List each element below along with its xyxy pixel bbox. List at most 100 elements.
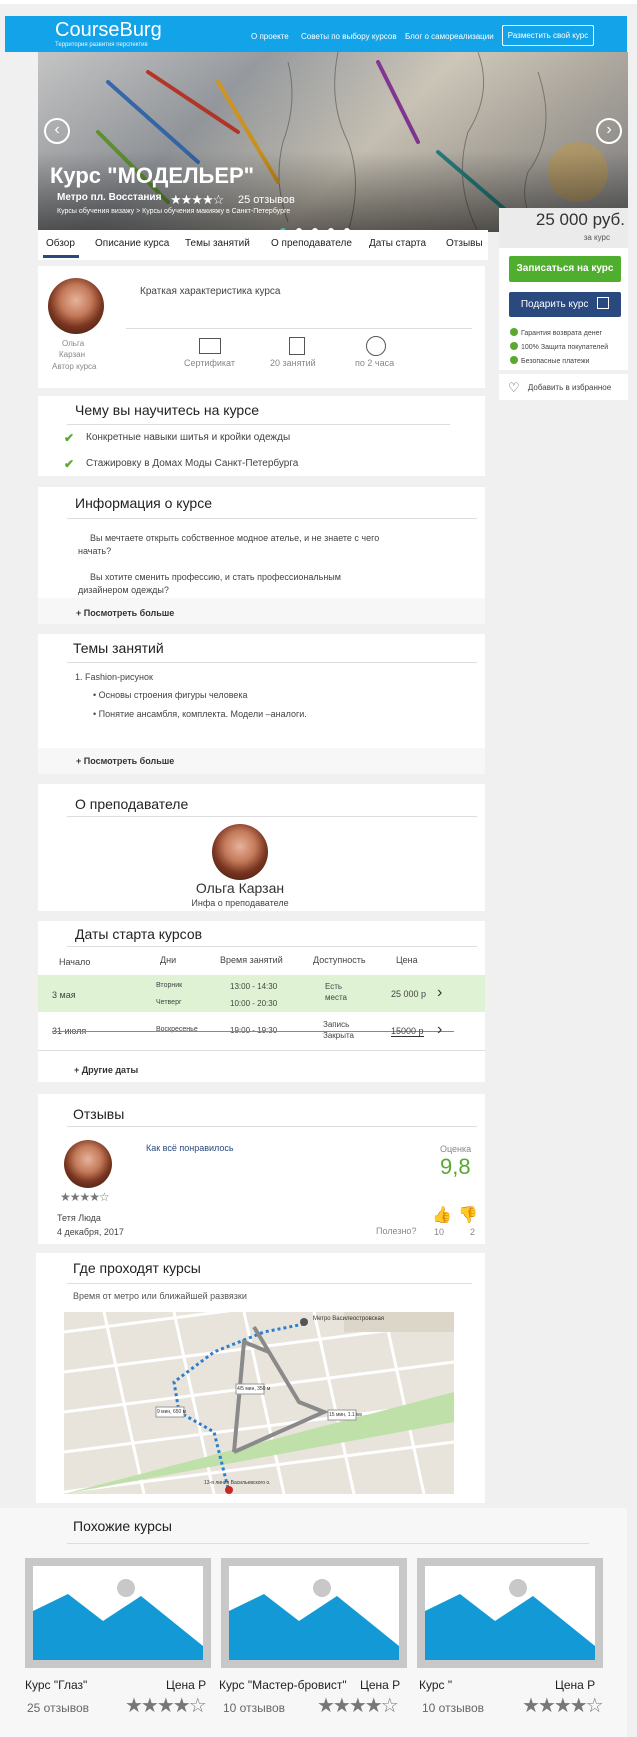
tab-dates[interactable]: Даты старта — [369, 238, 426, 249]
similar-course-reviews: 25 отзывов — [27, 1701, 90, 1715]
chevron-left-icon: ‹ — [54, 121, 60, 138]
col-availability: Доступность — [313, 955, 366, 965]
author-last-name: Карзан — [59, 350, 86, 359]
col-price: Цена — [396, 955, 418, 965]
shield-icon — [510, 342, 518, 350]
course-thumbnail[interactable] — [417, 1558, 603, 1668]
row1-price: 25 000 р — [391, 989, 427, 999]
divider — [67, 424, 450, 425]
col-time: Время занятий — [220, 955, 283, 965]
thumbs-down-icon[interactable]: 👎 — [458, 1205, 478, 1225]
similar-course-name[interactable]: Курс " — [419, 1678, 452, 1692]
image-placeholder-icon — [229, 1579, 399, 1660]
similar-course-name[interactable]: Курс "Глаз" — [25, 1678, 87, 1692]
topics-show-more[interactable]: + Посмотреть больше — [76, 756, 174, 766]
row1-avail2: места — [325, 993, 347, 1002]
divider — [67, 1126, 477, 1127]
tab-teacher[interactable]: О преподавателе — [271, 238, 352, 249]
active-tab-indicator — [43, 255, 79, 258]
row1-start: 3 мая — [52, 990, 76, 1000]
info-title: Информация о курсе — [75, 495, 212, 511]
gift-label: Подарить курс — [520, 299, 589, 310]
info-paragraph-2b: дизайнером одежды? — [78, 585, 169, 595]
thumbs-up-icon[interactable]: 👍 — [432, 1205, 452, 1225]
shield-icon — [510, 328, 518, 336]
nav-advice[interactable]: Советы по выбору курсов — [301, 32, 397, 41]
row1-avail1: Есть — [325, 982, 343, 991]
lessons-icon — [289, 337, 305, 355]
topic-subitem: • Основы строения фигуры человека — [93, 690, 248, 700]
dislikes-count: 2 — [470, 1227, 476, 1237]
tab-topics[interactable]: Темы занятий — [185, 238, 250, 249]
similar-course-stars: ★★★★☆ — [125, 1695, 207, 1717]
teacher-name[interactable]: Ольга Карзан — [150, 880, 330, 896]
lock-icon — [510, 356, 518, 364]
map-label-metro: Метро Василеостровская — [313, 1316, 385, 1322]
chevron-right-icon[interactable]: › — [437, 984, 442, 1002]
similar-course-stars: ★★★★☆ — [317, 1695, 399, 1717]
divider — [126, 328, 472, 329]
map-label-walk3: 15 мин, 1.1 км — [329, 1412, 362, 1418]
learn-title: Чему вы научитесь на курсе — [75, 402, 259, 418]
favorite-label: Добавить в избранное — [527, 383, 612, 392]
col-days: Дни — [160, 955, 177, 965]
hero-reviews-count[interactable]: 25 отзывов — [238, 194, 295, 206]
breadcrumb[interactable]: Курсы обучения визажу > Курсы обучения м… — [57, 208, 290, 215]
guarantee-payments: Безопасные платежи — [510, 356, 589, 365]
score-label: Оценка — [440, 1144, 472, 1154]
row2-avail2: Закрыта — [323, 1031, 355, 1040]
guarantee-protection: 100% Защита покупателей — [510, 342, 608, 351]
row1-day2: Четверг — [156, 999, 182, 1006]
image-placeholder-icon — [425, 1579, 595, 1660]
row2-avail1: Запись — [323, 1020, 350, 1029]
add-favorite-link[interactable]: ♡ Добавить в избранное — [508, 380, 611, 396]
map-label-walk2: 4/5 мин, 350 м — [237, 1386, 271, 1392]
post-course-button[interactable]: Разместить свой курс — [502, 25, 594, 46]
guarantee-label: Безопасные платежи — [521, 358, 590, 365]
learn-item: Конкретные навыки шитья и кройки одежды — [86, 432, 291, 443]
author-avatar[interactable] — [48, 278, 104, 334]
tab-description[interactable]: Описание курса — [95, 238, 169, 249]
nav-about[interactable]: О проекте — [251, 32, 289, 41]
tab-reviews[interactable]: Отзывы — [446, 238, 483, 249]
review-stars: ★★★★☆ — [60, 1190, 110, 1204]
similar-course-reviews: 10 отзывов — [223, 1701, 286, 1715]
info-paragraph-1b: начать? — [78, 546, 112, 556]
course-thumbnail[interactable] — [25, 1558, 211, 1668]
enroll-button[interactable]: Записаться на курс — [509, 256, 621, 282]
gift-course-button[interactable]: Подарить курс — [509, 292, 621, 317]
hero-prev-button[interactable]: ‹ — [44, 118, 70, 144]
similar-course-name[interactable]: Курс "Мастер-бровист" — [219, 1678, 347, 1692]
author-role: Автор курса — [52, 362, 97, 371]
info-paragraph-1a: Вы мечтаете открыть собственное модное а… — [90, 533, 380, 543]
guarantee-label: 100% Защита покупателей — [521, 344, 609, 351]
chevron-right-icon: › — [606, 121, 612, 138]
chevron-right-icon[interactable]: › — [437, 1021, 442, 1039]
reviewer-name: Тетя Люда — [57, 1213, 101, 1223]
price-unit: за курс — [583, 233, 610, 242]
divider — [67, 1283, 472, 1284]
teacher-avatar[interactable] — [212, 824, 268, 880]
hero-next-button[interactable]: › — [596, 118, 622, 144]
divider — [67, 1543, 589, 1544]
other-dates-link[interactable]: + Другие даты — [74, 1065, 138, 1075]
summary-card — [38, 266, 485, 388]
location-title: Где проходят курсы — [73, 1260, 201, 1276]
row2-price: 15000 р — [391, 1026, 424, 1037]
hero-overlay — [38, 52, 628, 232]
tab-overview[interactable]: Обзор — [46, 238, 75, 249]
teacher-info: Инфа о преподавателе — [191, 898, 289, 908]
location-subtitle: Время от метро или ближайшей развязки — [73, 1291, 247, 1301]
topic-item: 1. Fashion-рисунок — [75, 672, 153, 682]
site-logo[interactable]: CourseBurg — [55, 19, 162, 42]
site-tagline: Территория развития перспектив — [55, 42, 148, 48]
top-line — [0, 0, 637, 4]
teacher-title: О преподавателе — [75, 796, 189, 812]
course-thumbnail[interactable] — [221, 1558, 407, 1668]
reviews-title: Отзывы — [73, 1106, 125, 1122]
map[interactable]: Метро Василеостровская 9 мин, 650 м 4/5 … — [64, 1312, 454, 1494]
col-start: Начало — [59, 957, 91, 967]
info-show-more[interactable]: + Посмотреть больше — [76, 608, 174, 618]
nav-blog[interactable]: Блог о самореализации — [405, 32, 494, 41]
useful-label: Полезно? — [376, 1226, 417, 1236]
